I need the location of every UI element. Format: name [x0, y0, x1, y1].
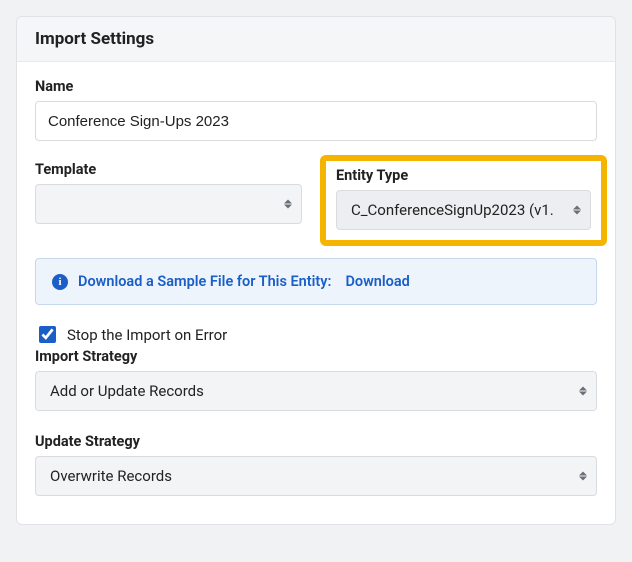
info-icon: i [52, 274, 68, 290]
entity-type-select[interactable]: C_ConferenceSignUp2023 (v1. [336, 190, 591, 230]
entity-type-label: Entity Type [336, 167, 591, 184]
import-strategy-select-wrap: Add or Update Records [35, 371, 597, 411]
card-body: Name Template Entity Type [17, 62, 615, 524]
template-select[interactable] [35, 184, 302, 224]
update-strategy-select-wrap: Overwrite Records [35, 456, 597, 496]
import-settings-card: Import Settings Name Template En [16, 16, 616, 525]
card-title: Import Settings [35, 29, 154, 49]
template-col: Template [35, 161, 302, 224]
entity-type-selected-value: C_ConferenceSignUp2023 (v1. [351, 201, 554, 219]
template-label: Template [35, 161, 302, 178]
name-input[interactable] [35, 101, 597, 141]
entity-type-col: Entity Type C_ConferenceSignUp2023 (v1. [330, 161, 597, 236]
update-strategy-label: Update Strategy [35, 433, 597, 450]
update-strategy-select[interactable]: Overwrite Records [35, 456, 597, 496]
import-strategy-label: Import Strategy [35, 348, 597, 365]
sample-file-text: Download a Sample File for This Entity: [78, 273, 331, 290]
stop-on-error-row: Stop the Import on Error [35, 323, 597, 346]
import-strategy-selected-value: Add or Update Records [50, 382, 204, 400]
sample-file-info-bar: i Download a Sample File for This Entity… [35, 258, 597, 305]
download-sample-link[interactable]: Download [345, 273, 409, 290]
update-strategy-selected-value: Overwrite Records [50, 467, 172, 485]
name-label: Name [35, 78, 597, 95]
entity-type-select-wrap: C_ConferenceSignUp2023 (v1. [336, 190, 591, 230]
stop-on-error-checkbox[interactable] [39, 326, 56, 343]
card-header: Import Settings [17, 17, 615, 62]
import-strategy-select[interactable]: Add or Update Records [35, 371, 597, 411]
template-entity-row: Template Entity Type C_ConferenceSignUp2… [35, 161, 597, 236]
entity-type-highlight: Entity Type C_ConferenceSignUp2023 (v1. [320, 155, 607, 246]
stop-on-error-label: Stop the Import on Error [67, 326, 227, 344]
template-select-wrap [35, 184, 302, 224]
